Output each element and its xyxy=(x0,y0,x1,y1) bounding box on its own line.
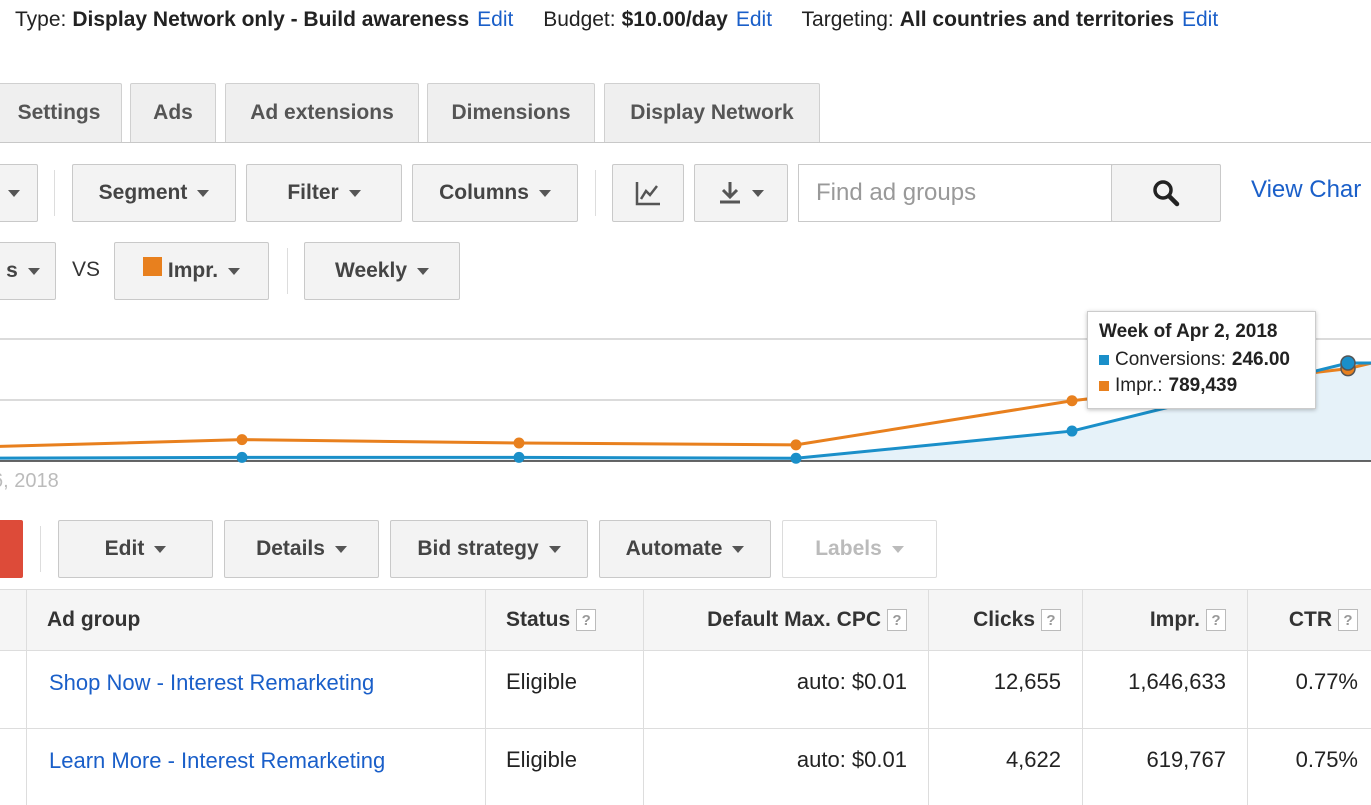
bid-strategy-label: Bid strategy xyxy=(417,537,539,560)
impr-cell: 619,767 xyxy=(1146,747,1226,772)
conversions-color-swatch xyxy=(1099,355,1109,365)
status-cell: Eligible xyxy=(506,747,577,772)
impressions-point[interactable] xyxy=(790,439,802,451)
details-button[interactable]: Details xyxy=(224,520,379,578)
header-label: Default Max. CPC xyxy=(707,608,881,631)
column-header-ctr[interactable]: CTR? xyxy=(1247,589,1358,651)
max-cpc-cell[interactable]: auto: $0.01 xyxy=(643,669,907,695)
edit-label: Edit xyxy=(104,537,145,560)
tooltip-conversions-label: Conversions: xyxy=(1115,349,1226,370)
tooltip-conversions-value: 246.00 xyxy=(1231,349,1291,370)
chart-tooltip: Week of Apr 2, 2018 Conversions: 246.00 … xyxy=(1087,311,1316,409)
conversions-point[interactable] xyxy=(790,452,802,464)
header-label: Impr. xyxy=(1149,608,1200,631)
impressions-point[interactable] xyxy=(236,434,248,446)
column-header-impr[interactable]: Impr.? xyxy=(1082,589,1226,651)
chevron-down-icon xyxy=(154,545,167,553)
labels-button: Labels xyxy=(782,520,937,578)
column-header-status[interactable]: Status? xyxy=(506,589,597,651)
add-ad-group-button[interactable] xyxy=(0,520,23,578)
details-label: Details xyxy=(256,537,325,560)
tooltip-impr-value: 789,439 xyxy=(1168,375,1238,396)
clicks-cell: 12,655 xyxy=(993,669,1061,694)
automate-label: Automate xyxy=(625,537,723,560)
column-header-clicks[interactable]: Clicks? xyxy=(928,589,1061,651)
ctr-cell: 0.77% xyxy=(1295,669,1358,694)
chevron-down-icon xyxy=(891,545,904,553)
tooltip-impr-row: Impr.: 789,439 xyxy=(1099,373,1304,399)
header-label: Clicks xyxy=(973,608,1035,631)
header-label: Ad group xyxy=(47,608,141,631)
bid-strategy-button[interactable]: Bid strategy xyxy=(390,520,588,578)
header-label: Status xyxy=(506,608,571,631)
conversions-point[interactable] xyxy=(513,451,525,463)
clicks-cell: 4,622 xyxy=(1005,747,1061,772)
header-label: CTR xyxy=(1288,608,1332,631)
edit-button[interactable]: Edit xyxy=(58,520,213,578)
column-header-max-cpc[interactable]: Default Max. CPC? xyxy=(643,589,907,651)
chevron-down-icon xyxy=(732,545,745,553)
impressions-point[interactable] xyxy=(1066,395,1078,407)
impr-cell: 1,646,633 xyxy=(1128,669,1226,694)
conversions-point[interactable] xyxy=(1340,355,1356,371)
x-axis-label: 6, 2018 xyxy=(0,470,59,492)
column-divider xyxy=(26,589,27,805)
max-cpc-cell[interactable]: auto: $0.01 xyxy=(643,747,907,773)
chevron-down-icon xyxy=(334,545,347,553)
conversions-point[interactable] xyxy=(1066,425,1078,437)
automate-button[interactable]: Automate xyxy=(599,520,771,578)
help-icon[interactable]: ? xyxy=(887,609,907,631)
column-header-ad-group[interactable]: Ad group xyxy=(47,589,140,651)
ctr-cell: 0.75% xyxy=(1295,747,1358,772)
tooltip-title: Week of Apr 2, 2018 xyxy=(1099,321,1278,342)
help-icon[interactable]: ? xyxy=(576,609,597,631)
row-divider xyxy=(0,728,1371,729)
tooltip-conversions-row: Conversions: 246.00 xyxy=(1099,347,1304,373)
impressions-color-swatch xyxy=(1099,381,1109,391)
column-divider xyxy=(485,589,486,805)
chevron-down-icon xyxy=(548,545,561,553)
ad-group-link[interactable]: Shop Now - Interest Remarketing xyxy=(49,670,374,696)
help-icon[interactable]: ? xyxy=(1041,609,1061,631)
help-icon[interactable]: ? xyxy=(1206,609,1226,631)
labels-label: Labels xyxy=(815,537,882,560)
toolbar-divider xyxy=(40,526,41,572)
ad-group-link[interactable]: Learn More - Interest Remarketing xyxy=(49,748,385,774)
impressions-point[interactable] xyxy=(513,437,525,449)
help-icon[interactable]: ? xyxy=(1338,609,1358,631)
status-cell: Eligible xyxy=(506,669,577,694)
conversions-point[interactable] xyxy=(236,451,248,463)
tooltip-impr-label: Impr.: xyxy=(1115,375,1163,396)
